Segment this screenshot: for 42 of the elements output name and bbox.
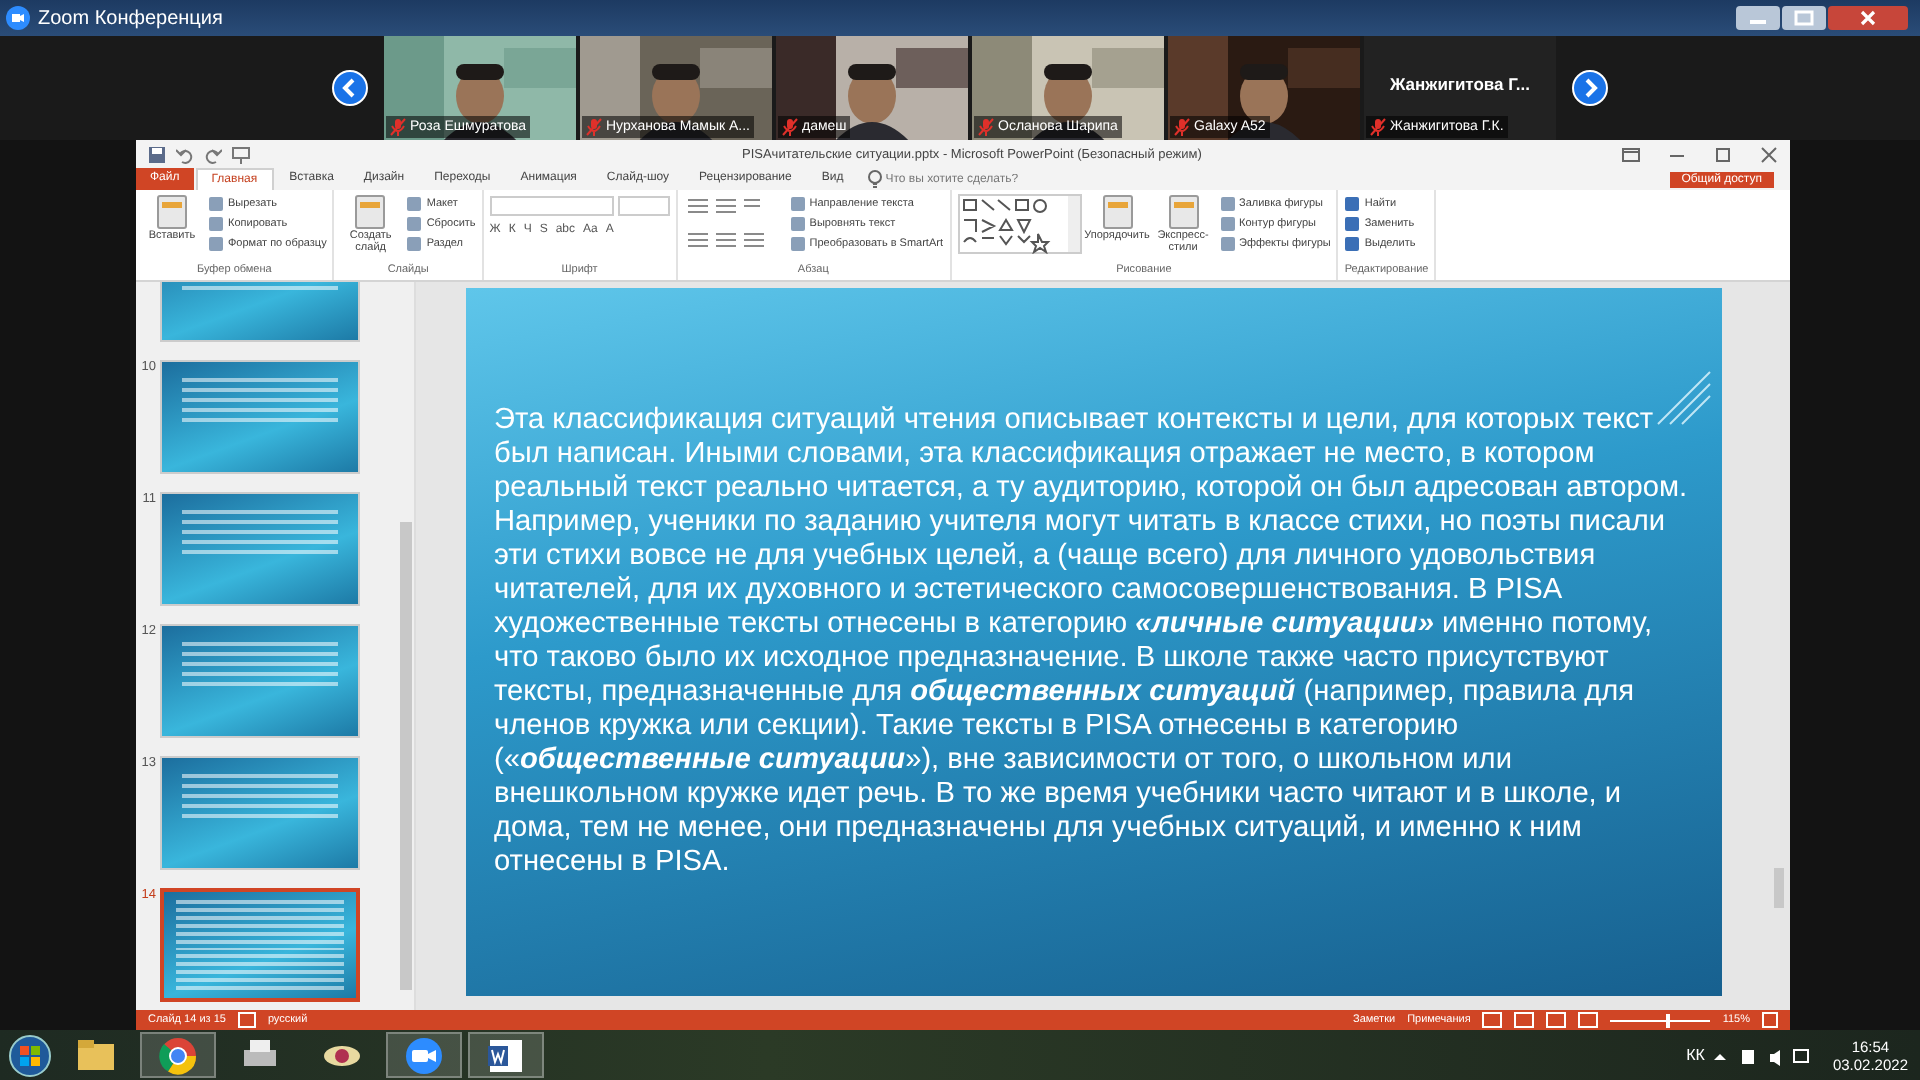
view-buttons-icon[interactable] — [1482, 1012, 1599, 1028]
document-icon — [352, 194, 389, 230]
previous-arrow-button[interactable] — [332, 70, 368, 106]
muted-microphone-icon — [978, 118, 994, 136]
font-field[interactable] — [489, 196, 614, 216]
slide-thumbnail[interactable] — [160, 888, 360, 1002]
ribbon-options-icon[interactable] — [1622, 145, 1640, 163]
muted-microphone-icon — [586, 118, 602, 136]
close-icon[interactable] — [1828, 6, 1908, 30]
muted-microphone-icon — [1174, 118, 1190, 136]
document-icon — [1099, 194, 1135, 230]
muted-microphone-icon — [390, 118, 406, 136]
start-button[interactable] — [8, 1033, 52, 1077]
presentation-icon[interactable] — [232, 145, 250, 163]
scrollbar[interactable] — [400, 522, 412, 990]
participant-name: Жанжигитова Г... — [1388, 74, 1532, 94]
undo-icon[interactable] — [176, 145, 194, 163]
slide-text: Эта классификация ситуаций чтения описывает контексты и цели, для которых текст был написан. Иными словами, эта классификация отражает не место, в котором реальный текст реально читается, а ту аудиторию, которой он был адресован автором. Например, ученики по заданию учителя могут читать в классе стихи, но поэты писали эти стихи вовсе не для учебных целей, а (чаще всего) для личного удовольствия читателей, для их духовного и эстетического самосовершенствования. В PISA художественные тексты отнесены в категорию «личные ситуации» именно потому, что таково было их исходное предназначение. В школе также часто присутствуют тексты, предназначенные для общественных ситуаций (например, правила для членов кружка или секции). Такие тексты в PISA отнесены в категорию («общественные ситуации»), вне зависимости от того, о школьном или внешкольном кружке идет речь. В то же время учебники часто читают и в школе, и дома, тем не менее, они предназначены для учебных ситуаций, и именно к ним отнесены в PISA. — [492, 403, 1690, 881]
shapes-gallery[interactable] — [957, 194, 1081, 254]
slide-thumbnail[interactable] — [160, 360, 360, 474]
muted-microphone-icon — [1370, 118, 1386, 136]
document-icon — [154, 194, 190, 230]
document-icon — [1165, 194, 1201, 230]
maximize-icon[interactable] — [1714, 145, 1732, 163]
slide-thumbnail[interactable] — [160, 624, 360, 738]
tray-icons[interactable] — [1710, 1045, 1811, 1065]
save-icon[interactable] — [148, 145, 166, 163]
window-title: Zoom Конференция — [38, 7, 223, 29]
muted-microphone-icon — [782, 118, 798, 136]
decoration-lines — [1654, 368, 1714, 428]
lightbulb-icon — [867, 170, 882, 188]
slide-thumbnail[interactable] — [160, 756, 360, 870]
close-icon[interactable] — [1760, 145, 1778, 163]
scrollbar[interactable] — [1774, 868, 1784, 908]
next-arrow-button[interactable] — [1572, 70, 1608, 106]
spellcheck-icon — [237, 1012, 256, 1028]
font-size-field[interactable] — [617, 196, 670, 216]
language-indicator[interactable]: КК — [1686, 1046, 1705, 1064]
slide-thumbnail[interactable] — [160, 492, 360, 606]
camera-icon — [6, 6, 30, 30]
fit-slide-icon[interactable] — [1762, 1012, 1778, 1028]
redo-icon[interactable] — [204, 145, 222, 163]
